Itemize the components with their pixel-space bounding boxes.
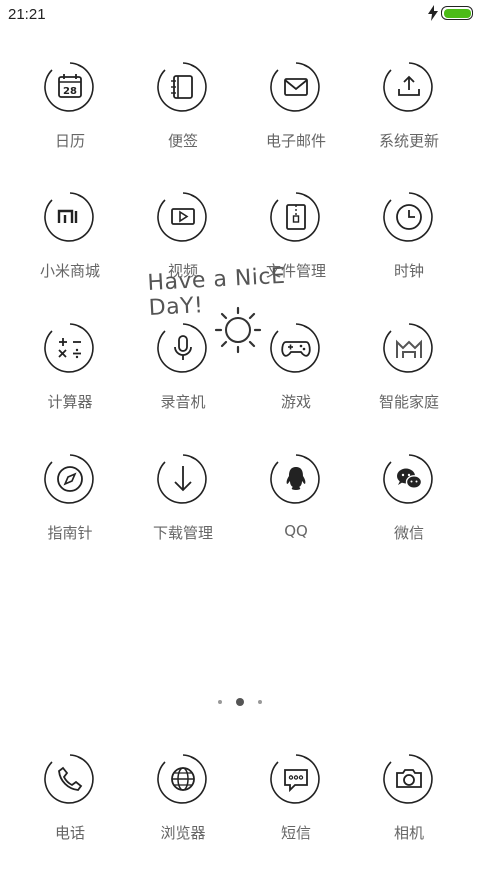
download-icon: [157, 454, 207, 504]
clock-icon: [383, 192, 433, 242]
smart-home-icon: [383, 323, 433, 373]
page-dot[interactable]: [236, 698, 244, 706]
app-email[interactable]: 电子邮件: [241, 61, 351, 181]
video-icon: [157, 192, 207, 242]
app-label: 短信: [280, 824, 311, 842]
recorder-icon: [157, 323, 207, 373]
game-controller-icon: [270, 323, 320, 373]
page-dot[interactable]: [218, 700, 222, 704]
app-label: 指南针: [47, 524, 93, 542]
app-game[interactable]: 游戏: [241, 322, 351, 442]
app-calendar[interactable]: 28 日历: [15, 61, 125, 181]
battery-icon: [441, 6, 473, 20]
app-label: 便签: [167, 132, 198, 150]
app-label: 计算器: [47, 393, 93, 411]
battery-level: [443, 8, 471, 18]
notes-icon: [157, 62, 207, 112]
app-label: 电子邮件: [265, 132, 326, 150]
app-notes[interactable]: 便签: [128, 61, 238, 181]
app-label: QQ: [284, 522, 308, 540]
app-label: 游戏: [280, 393, 311, 411]
mi-store-icon: [44, 192, 94, 242]
browser-icon: [157, 754, 207, 804]
page-indicator[interactable]: [210, 697, 270, 709]
charging-icon: [428, 5, 438, 21]
app-recorder[interactable]: 录音机: [128, 322, 238, 442]
app-label: 下载管理: [152, 524, 213, 542]
wechat-icon: [383, 454, 433, 504]
dock-messages[interactable]: 短信: [241, 753, 351, 873]
app-label: 微信: [393, 524, 424, 542]
system-update-icon: [383, 62, 433, 112]
app-label: 时钟: [393, 262, 424, 280]
app-label: 系统更新: [378, 132, 439, 150]
messages-icon: [270, 754, 320, 804]
calendar-icon: 28: [44, 62, 94, 112]
qq-icon: [270, 454, 320, 504]
phone-icon: [44, 754, 94, 804]
app-mi-store[interactable]: 小米商城: [15, 191, 125, 311]
app-system-update[interactable]: 系统更新: [354, 61, 464, 181]
compass-icon: [44, 454, 94, 504]
app-download-manager[interactable]: 下载管理: [128, 453, 238, 573]
app-compass[interactable]: 指南针: [15, 453, 125, 573]
app-qq[interactable]: QQ: [241, 453, 351, 573]
status-time: 21:21: [8, 6, 46, 23]
camera-icon: [383, 754, 433, 804]
app-label: 智能家庭: [378, 393, 439, 411]
app-label: 日历: [54, 132, 85, 150]
app-label: 相机: [393, 824, 424, 842]
calendar-day: 28: [63, 86, 77, 97]
app-label: 小米商城: [39, 262, 100, 280]
status-bar: 21:21: [0, 0, 480, 28]
dock-browser[interactable]: 浏览器: [128, 753, 238, 873]
dock-camera[interactable]: 相机: [354, 753, 464, 873]
app-calculator[interactable]: 计算器: [15, 322, 125, 442]
mail-icon: [270, 62, 320, 112]
app-clock[interactable]: 时钟: [354, 191, 464, 311]
app-wechat[interactable]: 微信: [354, 453, 464, 573]
app-smart-home[interactable]: 智能家庭: [354, 322, 464, 442]
dock-phone[interactable]: 电话: [15, 753, 125, 873]
app-label: 录音机: [160, 393, 206, 411]
calculator-icon: [44, 323, 94, 373]
app-label: 浏览器: [160, 824, 206, 842]
page-dot[interactable]: [258, 700, 262, 704]
file-manager-icon: [270, 192, 320, 242]
app-label: 电话: [54, 824, 85, 842]
